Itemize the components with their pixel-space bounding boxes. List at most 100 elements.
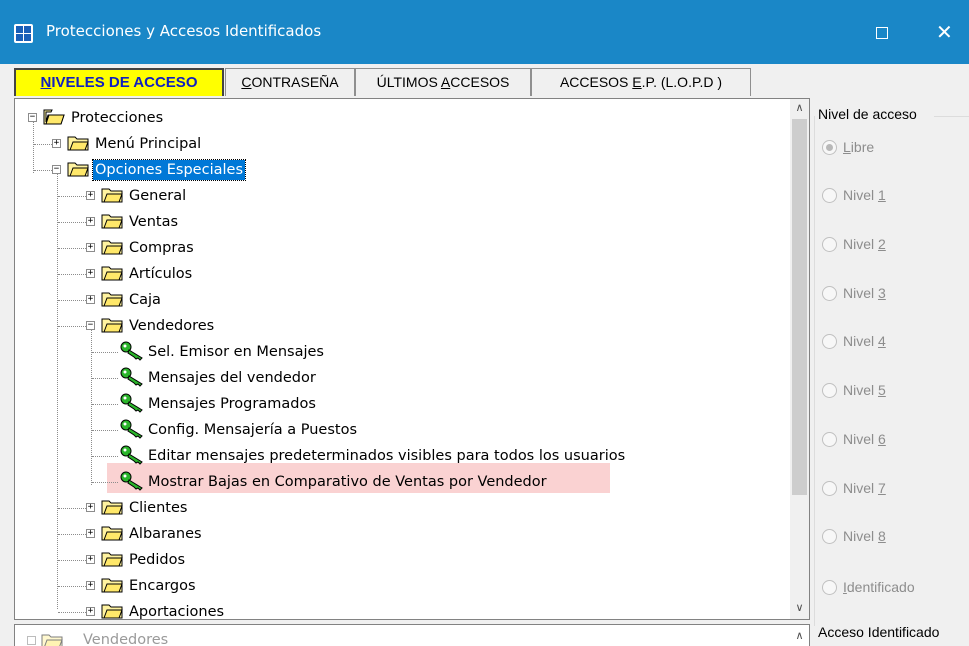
scroll-thumb[interactable] [792,119,807,495]
radio-label: Nivel 5 [843,382,886,398]
expand-icon[interactable]: + [86,191,95,200]
maximize-icon [876,27,888,39]
folder-icon [67,136,89,151]
radio-button[interactable] [822,286,837,301]
tab-label-accel: A [440,74,451,90]
folder-icon [101,188,123,203]
tab-label-accel: E [632,74,642,90]
folder-icon [101,578,123,593]
tree-label: General [129,188,187,204]
radio-button[interactable] [822,237,837,252]
radio-label: Identificado [843,579,915,595]
tree-label: Mensajes Programados [148,396,316,412]
tree-label: Vendedores [129,318,215,334]
expand-icon[interactable]: + [86,217,95,226]
radio-button[interactable] [822,334,837,349]
expand-icon[interactable]: + [86,295,95,304]
tree-label: Albaranes [129,526,202,542]
expand-icon[interactable]: + [86,607,95,616]
folder-open-icon [43,109,65,125]
tab-accesos-ep-lopd[interactable]: ACCESOS E.P. (L.O.P.D ) [531,68,751,96]
tab-label-accel: C [241,74,252,90]
key-icon [120,367,143,387]
folder-icon [101,552,123,567]
tree-label: Artículos [129,266,193,282]
tab-label-accel: N [40,74,52,91]
tab-label-pre: ÚLTIMOS [376,74,441,90]
radio-label: Nivel 2 [843,236,886,252]
expand-icon[interactable]: + [86,269,95,278]
identified-access-tree[interactable]: Vendedores ∧ [14,624,810,646]
window-title: Protecciones y Accesos Identificados [46,22,322,40]
close-icon: ✕ [936,20,953,44]
key-icon [120,341,143,361]
tree-label: Aportaciones [129,604,225,620]
tree-label: Protecciones [71,110,164,126]
radio-button[interactable] [822,580,837,595]
tree-label: Mensajes del vendedor [148,370,316,386]
tree-label: Config. Mensajería a Puestos [148,422,357,438]
radio-label: Libre [843,139,875,155]
tree-label: Clientes [129,500,188,516]
radio-label: Nivel 1 [843,187,886,203]
radio-button[interactable] [822,432,837,447]
folder-icon [41,634,63,646]
key-icon [120,419,143,439]
scroll-up-icon[interactable]: ∧ [792,627,807,645]
folder-open-icon [101,318,123,333]
collapse-icon[interactable] [27,636,36,645]
maximize-button[interactable] [860,14,906,52]
scroll-down-icon[interactable]: ∨ [790,599,809,617]
tree-label: Caja [129,292,161,308]
close-button[interactable]: ✕ [922,14,968,52]
tree-label: Menú Principal [95,136,202,152]
group-title: Nivel de acceso [818,106,920,122]
scroll-up-icon[interactable]: ∧ [790,99,809,117]
tree-line [33,121,34,173]
tab-niveles-de-acceso[interactable]: NIVELES DE ACCESO [14,68,224,96]
tree-label: Mostrar Bajas en Comparativo de Ventas p… [148,474,547,490]
expand-icon[interactable]: + [52,139,61,148]
tree-line [57,173,58,609]
radio-label: Nivel 7 [843,480,886,496]
title-bar: Protecciones y Accesos Identificados ✕ [0,0,969,64]
key-icon [120,445,143,465]
acceso-identificado-title: Acceso Identificado [818,624,940,640]
tree-label: Ventas [129,214,179,230]
expand-icon[interactable]: + [86,581,95,590]
group-border [814,116,815,626]
tree-label: Compras [129,240,194,256]
radio-button-checked[interactable] [822,140,837,155]
tab-label-pre: ACCESOS [559,74,633,90]
tree-scrollbar[interactable]: ∧ ∨ [790,99,809,619]
tree-label: Sel. Emisor en Mensajes [148,344,324,360]
radio-button[interactable] [822,383,837,398]
radio-button[interactable] [822,481,837,496]
expand-icon[interactable]: + [86,243,95,252]
nivel-de-acceso-group: Nivel de acceso Libre Nivel 1 Nivel 2 Ni… [814,106,969,626]
tab-contrasena[interactable]: CONTRASEÑA [225,68,355,96]
folder-icon [101,604,123,619]
expand-icon[interactable]: + [86,529,95,538]
folder-open-icon [67,162,89,177]
tab-label-post: IVELES DE ACCESO [51,74,198,91]
app-icon [14,24,33,43]
tab-ultimos-accesos[interactable]: ÚLTIMOS ACCESOS [355,68,531,96]
collapse-icon[interactable]: − [28,113,37,122]
tree-label: Pedidos [129,552,186,568]
radio-label: Nivel 8 [843,528,886,544]
folder-icon [101,500,123,515]
radio-button[interactable] [822,188,837,203]
tree-label: Encargos [129,578,196,594]
radio-button[interactable] [822,529,837,544]
expand-icon[interactable]: + [86,555,95,564]
permissions-tree[interactable]: − Protecciones + Menú Principal − Opcion… [14,98,810,620]
collapse-icon[interactable]: − [52,165,61,174]
tree-label: Vendedores [83,632,169,646]
folder-icon [101,292,123,307]
tree-label: Editar mensajes predeterminados visibles… [148,448,626,464]
expand-icon[interactable]: + [86,503,95,512]
radio-label: Nivel 3 [843,285,886,301]
tab-label-post: .P. (L.O.P.D ) [641,74,723,90]
collapse-icon[interactable]: − [86,321,95,330]
